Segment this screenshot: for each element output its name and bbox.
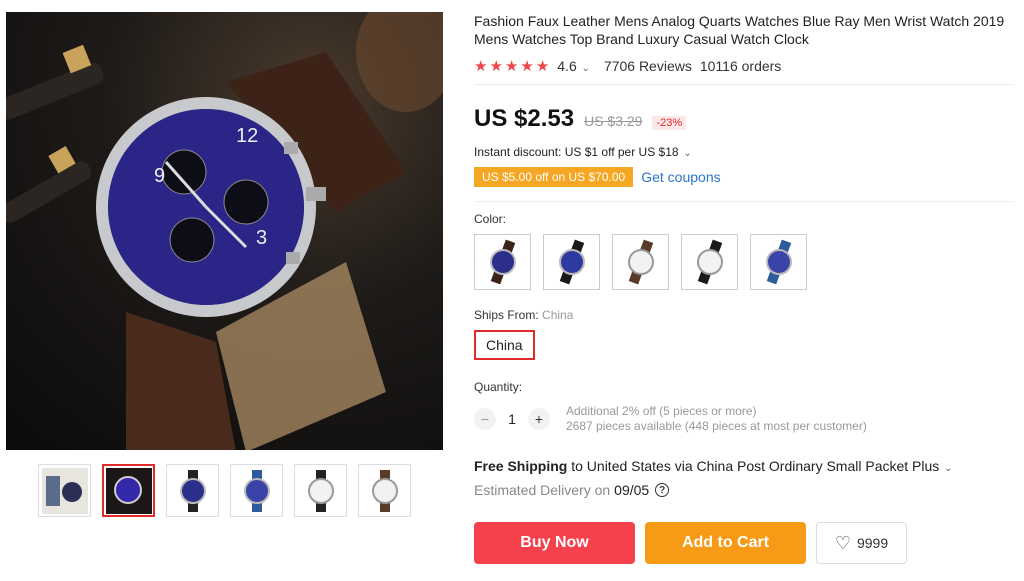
estimated-delivery-label: Estimated Delivery on xyxy=(474,482,611,498)
discount-badge: -23% xyxy=(652,116,687,130)
main-product-image[interactable]: 12 9 3 xyxy=(6,12,443,450)
star-icon: ★ xyxy=(489,57,503,75)
ships-from-option-china[interactable]: China xyxy=(474,330,535,360)
shipping-info[interactable]: Free Shipping to United States via China… xyxy=(474,458,1014,474)
chevron-down-icon: ⌄ xyxy=(941,463,953,474)
thumbnail-1[interactable] xyxy=(38,464,91,517)
thumbnail-6[interactable] xyxy=(358,464,411,517)
star-icon: ★ xyxy=(520,57,534,75)
price-row: US $2.53 US $3.29 -23% xyxy=(474,105,1014,133)
thumbnail-5[interactable] xyxy=(294,464,347,517)
svg-text:9: 9 xyxy=(154,165,165,187)
star-icon: ★ xyxy=(474,57,488,75)
color-option-1[interactable] xyxy=(474,234,531,290)
wishlist-button[interactable]: ♡ 9999 xyxy=(816,522,907,564)
rating-value: 4.6 xyxy=(557,58,577,74)
quantity-stepper: − 1 + Additional 2% off (5 pieces or mor… xyxy=(474,404,1014,434)
help-icon[interactable]: ? xyxy=(655,483,670,497)
instant-discount[interactable]: Instant discount: US $1 off per US $18 ⌄ xyxy=(474,145,1014,159)
coupon-row: US $5.00 off on US $70.00 Get coupons xyxy=(474,167,1014,187)
instant-discount-text: Instant discount: US $1 off per US $18 xyxy=(474,145,679,159)
original-price: US $3.29 xyxy=(584,113,643,129)
orders-count: 10116 orders xyxy=(699,58,782,74)
thumbnail-3[interactable] xyxy=(166,464,219,517)
color-label: Color: xyxy=(474,212,507,226)
chevron-down-icon: ⌄ xyxy=(680,148,692,159)
product-info: Fashion Faux Leather Mens Analog Quarts … xyxy=(474,12,1014,564)
divider xyxy=(474,201,1014,202)
color-options xyxy=(474,234,1014,290)
ships-from-text: Ships From: xyxy=(474,308,539,322)
availability-text: 2687 pieces available (448 pieces at mos… xyxy=(566,419,867,433)
star-icon: ★ xyxy=(535,57,550,75)
estimated-delivery: Estimated Delivery on 09/05 ? xyxy=(474,482,1014,498)
color-option-5[interactable] xyxy=(750,234,807,290)
color-option-4[interactable] xyxy=(681,234,738,290)
coupon-tag[interactable]: US $5.00 off on US $70.00 xyxy=(474,167,634,187)
thumbnail-strip xyxy=(38,464,411,517)
quantity-decrease-button[interactable]: − xyxy=(474,408,496,430)
buy-now-button[interactable]: Buy Now xyxy=(474,522,635,564)
quantity-increase-button[interactable]: + xyxy=(528,408,550,430)
get-coupons-link[interactable]: Get coupons xyxy=(641,169,720,185)
reviews-link[interactable]: 7706 Reviews xyxy=(604,58,692,74)
svg-text:3: 3 xyxy=(256,227,267,249)
chevron-down-icon: ⌄ xyxy=(578,63,590,74)
svg-text:12: 12 xyxy=(236,125,258,147)
product-title: Fashion Faux Leather Mens Analog Quarts … xyxy=(474,13,1005,47)
color-option-2[interactable] xyxy=(543,234,600,290)
ships-from-value: China xyxy=(542,308,574,322)
thumbnail-2[interactable] xyxy=(102,464,155,517)
star-icon: ★ xyxy=(504,57,519,75)
action-buttons: Buy Now Add to Cart ♡ 9999 xyxy=(474,522,1014,564)
quantity-input[interactable]: 1 xyxy=(496,411,528,427)
shipping-detail: to United States via China Post Ordinary… xyxy=(571,458,940,474)
quantity-info: Additional 2% off (5 pieces or more) 268… xyxy=(566,404,867,434)
add-to-cart-button[interactable]: Add to Cart xyxy=(645,522,806,564)
rating-dropdown[interactable]: 4.6 ⌄ xyxy=(557,58,590,74)
divider xyxy=(474,84,1014,85)
thumbnail-4[interactable] xyxy=(230,464,283,517)
ships-from-label: Ships From: China xyxy=(474,308,1014,322)
current-price: US $2.53 xyxy=(474,105,575,132)
rating-row: ★ ★ ★ ★ ★ 4.6 ⌄ 7706 Reviews 10116 order… xyxy=(474,58,1014,74)
free-shipping-label: Free Shipping xyxy=(474,458,568,474)
heart-icon: ♡ xyxy=(834,532,851,553)
bulk-discount-text: Additional 2% off (5 pieces or more) xyxy=(566,404,757,418)
color-option-3[interactable] xyxy=(612,234,669,290)
star-rating: ★ ★ ★ ★ ★ xyxy=(474,59,549,74)
estimated-delivery-date: 09/05 xyxy=(614,482,650,498)
wishlist-count: 9999 xyxy=(856,535,889,551)
quantity-label: Quantity: xyxy=(474,380,523,394)
